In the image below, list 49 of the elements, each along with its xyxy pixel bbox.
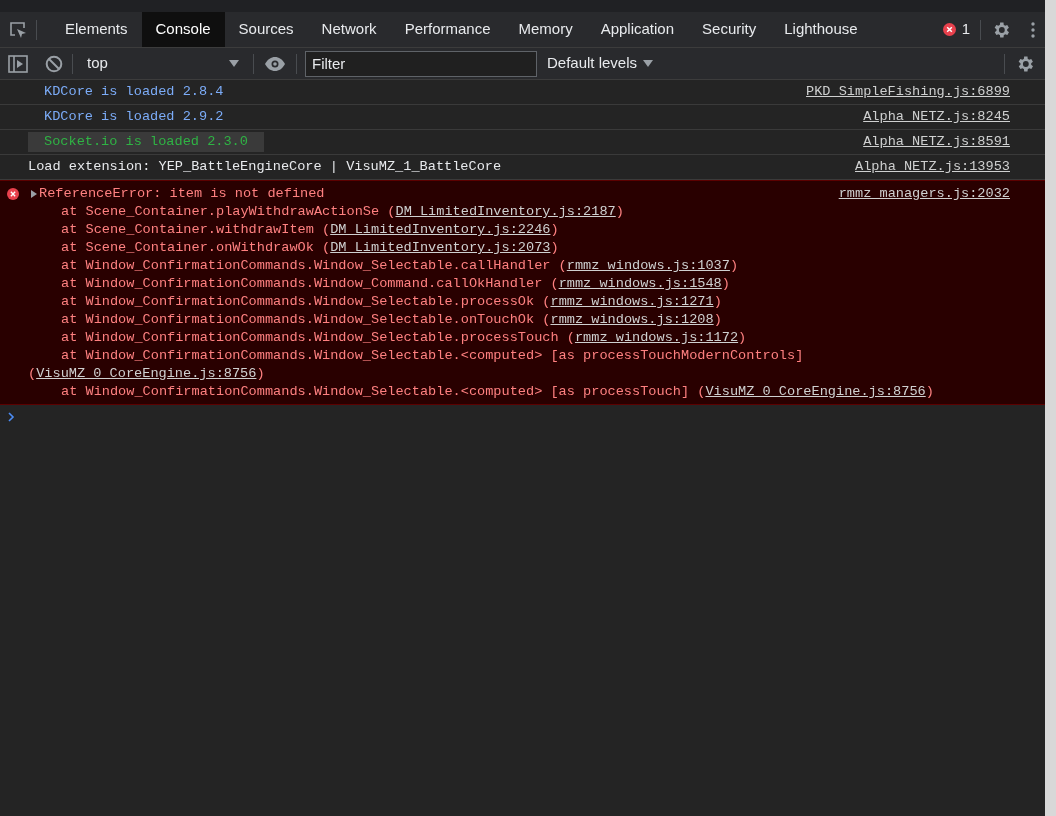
error-count[interactable]: 1 xyxy=(961,18,970,41)
panel-tab[interactable]: Console xyxy=(141,12,225,47)
source-link[interactable]: rmmz_windows.js:1271 xyxy=(550,294,714,309)
source-link[interactable]: DM_LimitedInventory.js:2246 xyxy=(330,222,551,237)
source-link[interactable]: Alpha_NETZ.js:13953 xyxy=(855,156,1010,178)
context-dropdown[interactable]: top xyxy=(73,49,247,78)
panel-tab[interactable]: Memory xyxy=(504,12,587,47)
console-message: KDCore is loaded 2.8.4 xyxy=(43,82,225,101)
panel-tab[interactable]: Lighthouse xyxy=(770,12,872,47)
panel-tab[interactable]: Security xyxy=(688,12,771,47)
console-message: Load extension: YEP_BattleEngineCore | VisuMZ_1_BattleCore xyxy=(28,157,502,176)
stack-frame: at Window_ConfirmationCommands.Window_Selectable.callHandler (rmmz_windows.js:1037) xyxy=(0,257,1045,275)
error-icon xyxy=(7,188,19,200)
prompt-caret-icon xyxy=(8,412,15,422)
stack-frame: at Window_ConfirmationCommands.Window_Selectable.processOk (rmmz_windows.js:1271) xyxy=(0,293,1045,311)
stack-frame: at Scene_Container.onWithdrawOk (DM_LimitedInventory.js:2073) xyxy=(0,239,1045,257)
panel-tab[interactable]: Network xyxy=(307,12,391,47)
source-link[interactable]: PKD_SimpleFishing.js:6899 xyxy=(806,81,1010,103)
source-link[interactable]: Alpha_NETZ.js:8591 xyxy=(863,131,1010,153)
panel-tab[interactable]: Elements xyxy=(51,12,142,47)
panel-tab[interactable]: Sources xyxy=(224,12,308,47)
source-link[interactable]: rmmz_windows.js:1208 xyxy=(550,312,714,327)
source-link[interactable]: rmmz_windows.js:1172 xyxy=(574,330,739,345)
expand-triangle-icon[interactable] xyxy=(31,190,37,198)
log-levels-dropdown[interactable]: Default levels xyxy=(547,49,654,78)
panel-tab[interactable]: Application xyxy=(586,12,689,47)
stack-frame: at Scene_Container.playWithdrawActionSe (DM_LimitedInventory.js:2187) xyxy=(0,203,1045,221)
caret-icon xyxy=(229,60,239,67)
source-link[interactable]: Alpha_NETZ.js:8245 xyxy=(863,106,1010,128)
source-link[interactable]: VisuMZ_0_CoreEngine.js:8756 xyxy=(36,366,257,381)
stack-frame: at Window_ConfirmationCommands.Window_Selectable.<computed> [as processTouchModernControls] (VisuMZ_0_CoreEngine.js:8756) xyxy=(0,347,1045,383)
source-link[interactable]: rmmz_managers.js:2032 xyxy=(838,185,1010,203)
console-message: KDCore is loaded 2.9.2 xyxy=(43,107,225,126)
stack-frame: at Window_ConfirmationCommands.Window_Selectable.<computed> [as processTouch] (VisuMZ_0_CoreEngine.js:8756) xyxy=(0,383,1045,401)
stack-frame: at Window_ConfirmationCommands.Window_Selectable.onTouchOk (rmmz_windows.js:1208) xyxy=(0,311,1045,329)
caret-icon xyxy=(643,60,654,67)
source-link[interactable]: DM_LimitedInventory.js:2073 xyxy=(330,240,551,255)
console-message: Socket.io is loaded 2.3.0 xyxy=(28,131,264,153)
source-link[interactable]: VisuMZ_0_CoreEngine.js:8756 xyxy=(705,384,926,399)
error-message: ReferenceError: item is not defined xyxy=(39,185,325,203)
stack-frame: at Window_ConfirmationCommands.Window_Command.callOkHandler (rmmz_windows.js:1548) xyxy=(0,275,1045,293)
source-link[interactable]: rmmz_windows.js:1037 xyxy=(566,258,730,273)
error-icon xyxy=(942,23,956,36)
source-link[interactable]: rmmz_windows.js:1548 xyxy=(558,276,722,291)
stack-frame: at Scene_Container.withdrawItem (DM_LimitedInventory.js:2246) xyxy=(0,221,1045,239)
stack-frame: at Window_ConfirmationCommands.Window_Selectable.processTouch (rmmz_windows.js:1172) xyxy=(0,329,1045,347)
source-link[interactable]: DM_LimitedInventory.js:2187 xyxy=(395,204,616,219)
panel-tab[interactable]: Performance xyxy=(390,12,505,47)
filter-field[interactable]: Filter xyxy=(305,50,537,77)
